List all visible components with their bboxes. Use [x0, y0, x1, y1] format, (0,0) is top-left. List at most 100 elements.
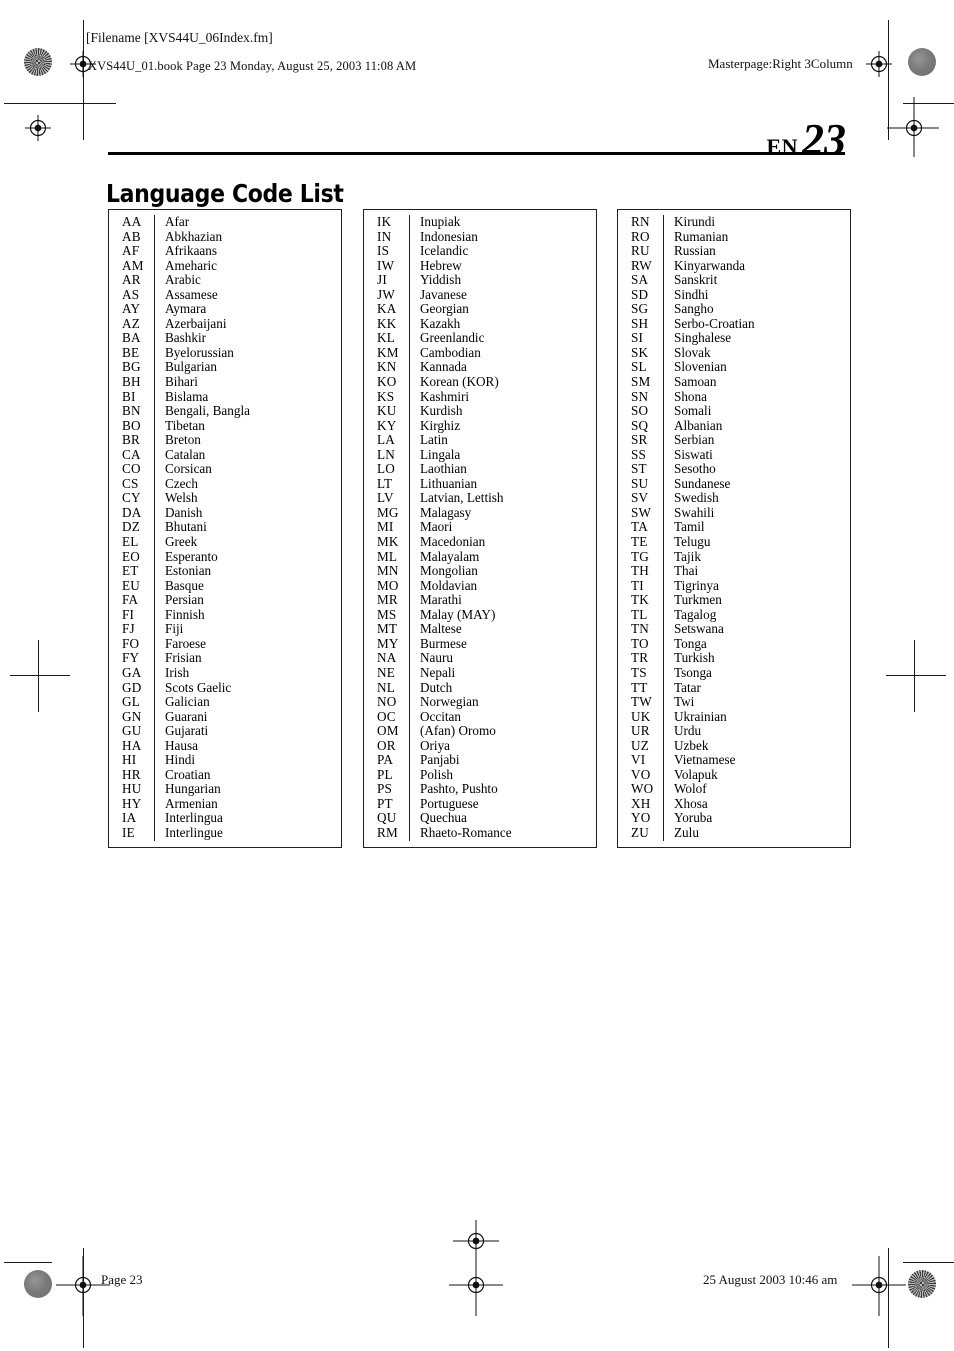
- language-code-row: EO Esperanto: [109, 549, 341, 565]
- language-code-row: KM Cambodian: [364, 345, 596, 361]
- language-code-row: SG Sangho: [618, 302, 850, 317]
- language-code-row: TS Tsonga: [618, 665, 850, 681]
- language-name-cell: Welsh: [165, 490, 198, 506]
- language-code-row: TL Tagalog: [618, 607, 850, 623]
- language-code-cell: NA: [377, 650, 397, 666]
- language-code-row: SL Slovenian: [618, 359, 850, 376]
- language-code-row: IS Icelandic: [364, 244, 596, 259]
- locale-label: EN: [766, 134, 798, 159]
- language-code-row: AF Afrikaans: [109, 244, 341, 259]
- language-name-cell: Somali: [674, 403, 712, 419]
- language-name-cell: Indonesian: [420, 228, 478, 244]
- language-name-cell: Tonga: [674, 635, 707, 651]
- language-code-row: MN Mongolian: [364, 564, 596, 579]
- footer-page-label: Page 23: [101, 1272, 143, 1287]
- language-code-row: RO Rumanian: [618, 229, 850, 245]
- language-name-cell: Latvian, Lettish: [420, 490, 504, 506]
- language-code-row: AM Ameharic: [109, 258, 341, 274]
- language-name-cell: Javanese: [420, 286, 467, 302]
- language-code-row: SV Swedish: [618, 491, 850, 506]
- language-code-row: FY Frisian: [109, 651, 341, 666]
- language-code-cell: MR: [377, 592, 398, 608]
- language-code-cell: UZ: [631, 737, 649, 753]
- language-code-cell: SH: [631, 315, 649, 331]
- language-code-cell: ML: [377, 548, 398, 564]
- language-name-cell: Panjabi: [420, 752, 460, 768]
- language-code-cell: SI: [631, 330, 644, 346]
- language-name-cell: Slovenian: [674, 359, 727, 375]
- language-name-cell: Swahili: [674, 504, 715, 520]
- language-code-row: GU Gujarati: [109, 724, 341, 739]
- language-name-cell: Norwegian: [420, 694, 479, 710]
- language-code-row: UZ Uzbek: [618, 737, 850, 754]
- language-name-cell: Hindi: [165, 752, 196, 768]
- language-code-row: MT Maltese: [364, 622, 596, 637]
- language-name-cell: Yoruba: [674, 810, 713, 826]
- language-code-row: MG Malagasy: [364, 504, 596, 521]
- language-name-cell: Xhosa: [674, 795, 708, 811]
- language-code-cell: AZ: [122, 315, 140, 331]
- language-name-cell: Basque: [165, 577, 204, 593]
- language-code-cell: BI: [122, 388, 136, 404]
- language-code-cell: HA: [122, 737, 142, 753]
- language-code-cell: CS: [122, 475, 139, 491]
- language-name-cell: Singhalese: [674, 330, 732, 346]
- language-code-row: PA Panjabi: [364, 753, 596, 768]
- language-name-cell: Afrikaans: [165, 243, 217, 259]
- language-name-cell: Sanskrit: [674, 272, 718, 288]
- language-code-cell: TI: [631, 577, 644, 593]
- language-code-cell: AF: [122, 243, 140, 259]
- language-code-row: YO Yoruba: [618, 811, 850, 826]
- language-name-cell: Slovak: [674, 344, 711, 360]
- language-name-cell: Bashkir: [165, 330, 207, 346]
- language-name-cell: Sesotho: [674, 461, 716, 477]
- language-code-cell: TG: [631, 548, 649, 564]
- language-code-row: SD Sindhi: [618, 287, 850, 303]
- language-name-cell: Tamil: [674, 519, 705, 535]
- language-code-row: JW Javanese: [364, 286, 596, 303]
- language-code-cell: JI: [377, 272, 387, 288]
- language-name-cell: Abkhazian: [165, 228, 223, 244]
- language-code-row: AZ Azerbaijani: [109, 315, 341, 332]
- language-code-row: OC Occitan: [364, 708, 596, 725]
- page-number-block: EN23: [766, 118, 846, 162]
- language-name-cell: Twi: [674, 694, 695, 710]
- language-code-cell: SQ: [631, 417, 649, 433]
- crop-rule-right-top: [888, 20, 889, 140]
- language-code-cell: MG: [377, 504, 399, 520]
- language-code-row: IN Indonesian: [364, 228, 596, 245]
- language-name-cell: Icelandic: [420, 243, 469, 259]
- language-code-row: PL Polish: [364, 767, 596, 783]
- registration-target-bottom-center: [449, 1256, 503, 1316]
- registration-target-corner-top-left: [25, 115, 51, 141]
- language-name-cell: Guarani: [165, 708, 208, 724]
- language-code-cell: YO: [631, 810, 651, 826]
- language-code-row: BA Bashkir: [109, 331, 341, 346]
- language-name-cell: Bihari: [165, 374, 198, 390]
- language-name-cell: Latin: [420, 432, 448, 448]
- language-code-row: AY Aymara: [109, 302, 341, 317]
- language-code-cell: FJ: [122, 621, 135, 637]
- language-code-cell: SN: [631, 388, 649, 404]
- language-name-cell: Occitan: [420, 708, 462, 724]
- language-code-cell: KY: [377, 417, 397, 433]
- language-code-cell: SR: [631, 432, 648, 448]
- language-code-row: KA Georgian: [364, 302, 596, 317]
- language-code-row: UR Urdu: [618, 724, 850, 739]
- language-code-cell: WO: [631, 781, 654, 797]
- language-code-cell: HI: [122, 752, 137, 768]
- language-code-cell: GN: [122, 708, 142, 724]
- language-code-row: NE Nepali: [364, 665, 596, 681]
- language-code-row: PT Portuguese: [364, 796, 596, 812]
- language-name-cell: Burmese: [420, 635, 467, 651]
- language-code-row: BI Bislama: [109, 388, 341, 405]
- language-code-row: AB Abkhazian: [109, 228, 341, 245]
- language-code-row: SH Serbo-Croatian: [618, 315, 850, 332]
- language-code-row: JI Yiddish: [364, 273, 596, 288]
- language-code-cell: SG: [631, 301, 649, 317]
- crop-rule-bottom-right: [903, 1262, 954, 1263]
- density-dot-bottom-left: [24, 1270, 52, 1298]
- language-code-cell: SK: [631, 344, 649, 360]
- language-name-cell: Korean (KOR): [420, 374, 499, 390]
- language-code-row: BG Bulgarian: [109, 360, 341, 376]
